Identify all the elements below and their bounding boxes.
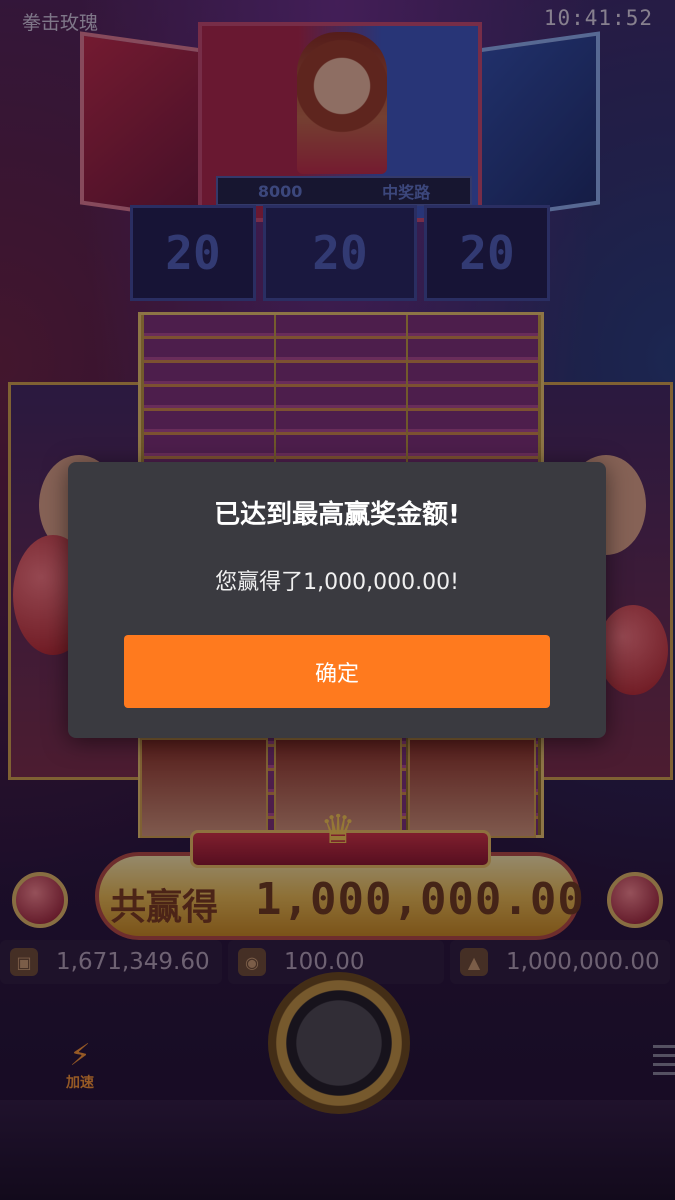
dialog-message: 您赢得了1,000,000.00! xyxy=(215,570,459,595)
game-stage: 拳击玫瑰 10:41:52 8000 中奖路 20 20 20 ♛ 共赢得 1,… xyxy=(0,0,675,1200)
dialog-title: 已达到最高赢奖金额! xyxy=(214,500,460,530)
max-win-dialog: 已达到最高赢奖金额! 您赢得了1,000,000.00! 确定 xyxy=(68,462,606,738)
confirm-button[interactable]: 确定 xyxy=(124,635,550,708)
